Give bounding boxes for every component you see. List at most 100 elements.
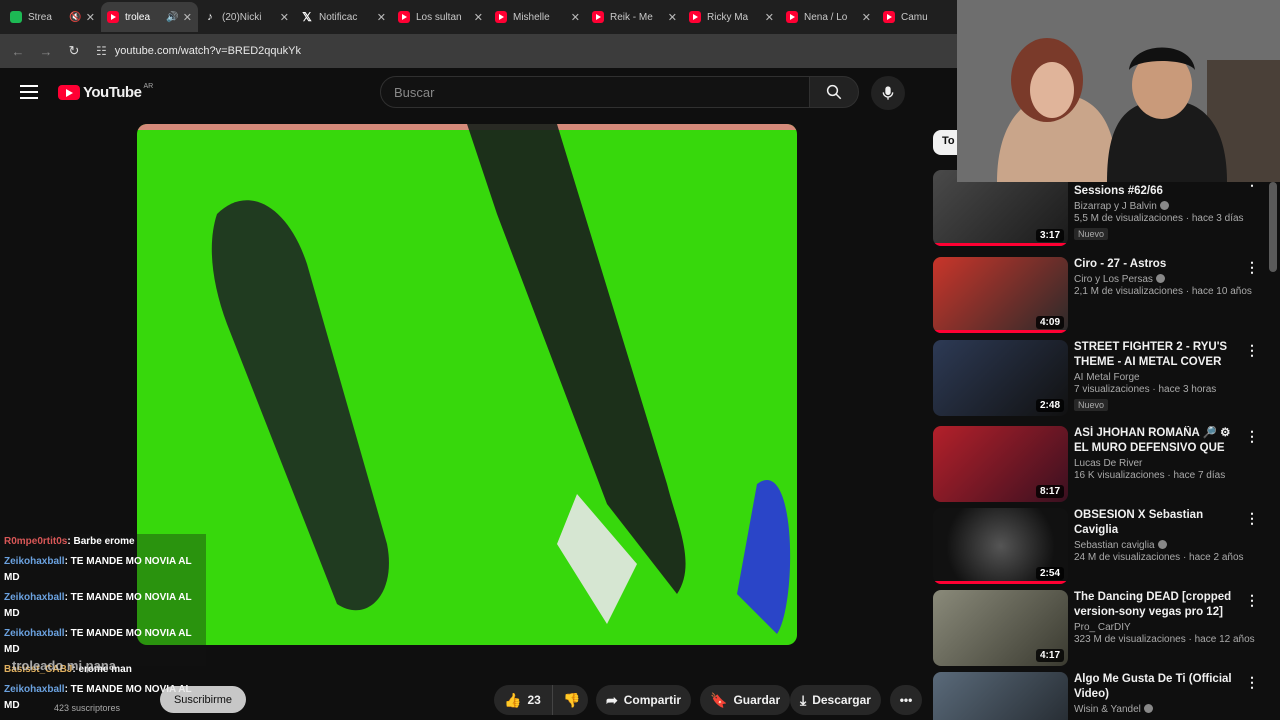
more-vertical-icon[interactable]: ⋮ bbox=[1245, 674, 1259, 691]
verified-icon bbox=[1157, 540, 1167, 549]
tab-title: (20)Nicki bbox=[222, 11, 262, 23]
browser-tab-active[interactable]: trolea 🔊 ✕ bbox=[101, 2, 198, 32]
video-title[interactable]: Ciro - 27 - Astros bbox=[1074, 257, 1234, 272]
video-title[interactable]: Algo Me Gusta De Ti (Official Video) bbox=[1074, 672, 1234, 702]
tab-title: Ricky Ma bbox=[707, 11, 749, 23]
browser-tab[interactable]: ♪ (20)Nicki ✕ bbox=[198, 2, 295, 32]
overlay-caption: troleado mi pana bbox=[12, 658, 117, 673]
sidebar-scrollbar[interactable] bbox=[1269, 182, 1277, 272]
more-actions-button[interactable]: ••• bbox=[890, 685, 922, 715]
video-info: OBSESION X Sebastian Caviglia Sebastian … bbox=[1074, 508, 1244, 563]
youtube-icon bbox=[495, 11, 507, 23]
browser-tab[interactable]: Nena / Lo ✕ bbox=[780, 2, 877, 32]
video-thumbnail[interactable] bbox=[933, 672, 1068, 720]
voice-search-button[interactable] bbox=[871, 76, 905, 110]
video-thumbnail[interactable]: 4:09 bbox=[933, 257, 1068, 333]
download-icon: ⤓ bbox=[800, 691, 807, 708]
video-thumbnail[interactable]: 4:17 bbox=[933, 590, 1068, 666]
video-player[interactable] bbox=[137, 124, 797, 645]
muted-icon[interactable]: 🔇 bbox=[69, 12, 81, 23]
youtube-icon bbox=[786, 11, 798, 23]
youtube-icon bbox=[883, 11, 895, 23]
new-badge: Nuevo bbox=[1074, 399, 1109, 411]
channel-name[interactable]: AI Metal Forge bbox=[1074, 372, 1234, 383]
youtube-logo[interactable]: YouTube AR bbox=[58, 83, 153, 101]
browser-tab[interactable]: Camu bbox=[877, 2, 957, 32]
chat-user: Zeikohaxball bbox=[4, 628, 65, 639]
recommendation-item[interactable]: 3:17 Sessions #62/66 Bizarrap y J Balvin… bbox=[933, 170, 1263, 250]
channel-name[interactable]: Sebastian caviglia bbox=[1074, 540, 1234, 551]
duration-badge: 8:17 bbox=[1035, 485, 1064, 498]
more-vertical-icon[interactable]: ⋮ bbox=[1245, 342, 1259, 359]
watch-progress bbox=[933, 581, 1068, 584]
browser-tab[interactable]: Mishelle ✕ bbox=[489, 2, 586, 32]
video-info: ASÍ JHOHAN ROMAÑA 🔎 ⚙ EL MURO DEFENSIVO … bbox=[1074, 426, 1234, 481]
youtube-header: YouTube AR Buscar bbox=[0, 68, 930, 116]
watch-progress bbox=[933, 330, 1068, 333]
video-title[interactable]: ASÍ JHOHAN ROMAÑA 🔎 ⚙ EL MURO DEFENSIVO … bbox=[1074, 426, 1234, 456]
browser-tab[interactable]: Strea 🔇 ✕ bbox=[4, 2, 101, 32]
site-info-icon[interactable]: ☷ bbox=[96, 44, 107, 58]
channel-name[interactable]: Wisin & Yandel bbox=[1074, 704, 1234, 715]
close-icon[interactable]: ✕ bbox=[668, 11, 677, 24]
more-vertical-icon[interactable]: ⋮ bbox=[1245, 592, 1259, 609]
tab-title: Notificac bbox=[319, 11, 358, 23]
menu-icon[interactable] bbox=[20, 85, 38, 99]
browser-tab[interactable]: Los sultan ✕ bbox=[392, 2, 489, 32]
recommendation-item[interactable]: Algo Me Gusta De Ti (Official Video) Wis… bbox=[933, 672, 1263, 720]
channel-name[interactable]: Lucas De River bbox=[1074, 458, 1234, 469]
browser-tab[interactable]: Reik - Me ✕ bbox=[586, 2, 683, 32]
webcam-feed bbox=[957, 0, 1280, 182]
microphone-icon bbox=[882, 86, 894, 100]
like-button[interactable]: 👍 23 bbox=[494, 685, 552, 715]
dislike-button[interactable]: 👎 bbox=[552, 685, 588, 715]
recommendation-item[interactable]: 4:17 The Dancing DEAD [cropped version-s… bbox=[933, 590, 1263, 670]
logo-text: YouTube bbox=[83, 83, 142, 101]
video-title[interactable]: The Dancing DEAD [cropped version-sony v… bbox=[1074, 590, 1234, 620]
more-vertical-icon[interactable]: ⋮ bbox=[1245, 510, 1259, 527]
forward-icon[interactable]: → bbox=[32, 44, 60, 59]
youtube-icon bbox=[689, 11, 701, 23]
recommendation-item[interactable]: 4:09 Ciro - 27 - Astros Ciro y Los Persa… bbox=[933, 257, 1263, 337]
chat-message: Zeikohaxball: TE MANDE MO NOVIA AL MD bbox=[0, 554, 206, 586]
video-info: Algo Me Gusta De Ti (Official Video) Wis… bbox=[1074, 672, 1234, 715]
reload-icon[interactable]: ↻ bbox=[60, 43, 88, 59]
close-icon[interactable]: ✕ bbox=[377, 11, 386, 24]
close-icon[interactable]: ✕ bbox=[280, 11, 289, 24]
speaker-icon[interactable]: 🔊 bbox=[166, 12, 178, 23]
browser-tab[interactable]: 𝕏 Notificac ✕ bbox=[295, 2, 392, 32]
tab-title: Los sultan bbox=[416, 11, 462, 23]
channel-name[interactable]: Pro_ CarDIY bbox=[1074, 622, 1234, 633]
video-thumbnail[interactable]: 2:54 bbox=[933, 508, 1068, 584]
download-button[interactable]: ⤓ Descargar bbox=[790, 685, 881, 715]
tab-title: Nena / Lo bbox=[804, 11, 848, 23]
more-vertical-icon[interactable]: ⋮ bbox=[1245, 428, 1259, 445]
close-icon[interactable]: ✕ bbox=[862, 11, 871, 24]
video-thumbnail[interactable]: 2:48 bbox=[933, 340, 1068, 416]
close-icon[interactable]: ✕ bbox=[474, 11, 483, 24]
close-icon[interactable]: ✕ bbox=[571, 11, 580, 24]
video-thumbnail[interactable]: 8:17 bbox=[933, 426, 1068, 502]
share-button[interactable]: ➦ Compartir bbox=[596, 685, 692, 715]
url-field[interactable]: ☷ youtube.com/watch?v=BRED2qqukYk bbox=[96, 38, 301, 64]
channel-name[interactable]: Bizarrap y J Balvin bbox=[1074, 201, 1234, 212]
browser-tab[interactable]: Ricky Ma ✕ bbox=[683, 2, 780, 32]
recommendation-item[interactable]: 8:17 ASÍ JHOHAN ROMAÑA 🔎 ⚙ EL MURO DEFEN… bbox=[933, 426, 1263, 506]
channel-name[interactable]: Ciro y Los Persas bbox=[1074, 274, 1234, 285]
search-input[interactable]: Buscar bbox=[380, 76, 810, 108]
video-title[interactable]: OBSESION X Sebastian Caviglia bbox=[1074, 508, 1234, 538]
recommendation-item[interactable]: 2:54 OBSESION X Sebastian Caviglia Sebas… bbox=[933, 508, 1263, 588]
chat-message: R0mpe0rtit0s: Barbe erome bbox=[0, 534, 206, 550]
recommendation-item[interactable]: 2:48 STREET FIGHTER 2 - RYU'S THEME - AI… bbox=[933, 340, 1263, 420]
video-title[interactable]: STREET FIGHTER 2 - RYU'S THEME - AI META… bbox=[1074, 340, 1234, 370]
browser-tab-bar: Strea 🔇 ✕ trolea 🔊 ✕ ♪ (20)Nicki ✕ 𝕏 Not… bbox=[0, 0, 957, 34]
video-title[interactable]: Sessions #62/66 bbox=[1074, 184, 1234, 199]
more-vertical-icon[interactable]: ⋮ bbox=[1245, 259, 1259, 276]
search-button[interactable] bbox=[809, 76, 859, 108]
close-icon[interactable]: ✕ bbox=[183, 11, 192, 24]
save-button[interactable]: 🔖 Guardar bbox=[700, 685, 791, 715]
duration-badge: 2:48 bbox=[1035, 399, 1064, 412]
close-icon[interactable]: ✕ bbox=[86, 11, 95, 24]
close-icon[interactable]: ✕ bbox=[765, 11, 774, 24]
back-icon[interactable]: ← bbox=[4, 44, 32, 59]
